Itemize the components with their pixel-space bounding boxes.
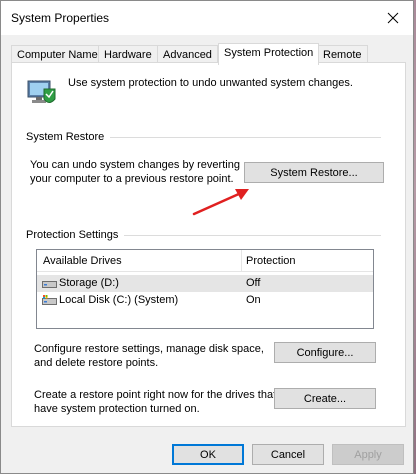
create-description-line1: Create a restore point right now for the… [34, 389, 277, 401]
configure-description-line2: and delete restore points. [34, 357, 159, 369]
drives-list[interactable]: Available Drives Protection Storage (D:)… [36, 249, 374, 329]
tab-system-protection[interactable]: System Protection [218, 43, 320, 65]
system-properties-window: System Properties Computer Name Hardware… [0, 0, 414, 474]
drive-name: Storage (D:) [59, 277, 119, 289]
create-description: Create a restore point right now for the… [34, 388, 276, 416]
column-available-drives[interactable]: Available Drives [43, 255, 122, 267]
system-drive-icon [42, 295, 57, 305]
drives-list-header: Available Drives Protection [37, 250, 373, 272]
create-button[interactable]: Create... [274, 388, 376, 409]
column-separator[interactable] [241, 250, 242, 272]
drive-row[interactable]: Local Disk (C:) (System) On [37, 292, 373, 309]
apply-button[interactable]: Apply [332, 444, 404, 465]
system-protection-icon [27, 80, 56, 103]
tab-strip: Computer Name Hardware Advanced System P… [11, 43, 407, 65]
system-restore-group-title: System Restore [26, 131, 111, 143]
protection-settings-group-title: Protection Settings [26, 229, 125, 241]
configure-button[interactable]: Configure... [274, 342, 376, 363]
configure-description: Configure restore settings, manage disk … [34, 342, 264, 370]
drive-protection-status: On [246, 294, 261, 306]
drive-name: Local Disk (C:) (System) [59, 294, 179, 306]
system-restore-description-line1: You can undo system changes by reverting [30, 159, 240, 171]
intro-text: Use system protection to undo unwanted s… [68, 77, 353, 89]
cancel-button[interactable]: Cancel [252, 444, 324, 465]
drive-protection-status: Off [246, 277, 261, 289]
title-bar[interactable]: System Properties [1, 1, 413, 35]
column-protection[interactable]: Protection [246, 255, 296, 267]
close-button[interactable] [381, 6, 405, 30]
system-protection-panel: Use system protection to undo unwanted s… [11, 62, 406, 427]
window-title: System Properties [11, 11, 110, 25]
ok-button[interactable]: OK [172, 444, 244, 465]
drive-row[interactable]: Storage (D:) Off [37, 275, 373, 292]
drive-icon [42, 281, 57, 288]
create-description-line2: have system protection turned on. [34, 403, 200, 415]
annotation-arrow-icon [192, 189, 249, 216]
configure-description-line1: Configure restore settings, manage disk … [34, 343, 264, 355]
close-icon [387, 12, 399, 24]
system-restore-button[interactable]: System Restore... [244, 162, 384, 183]
